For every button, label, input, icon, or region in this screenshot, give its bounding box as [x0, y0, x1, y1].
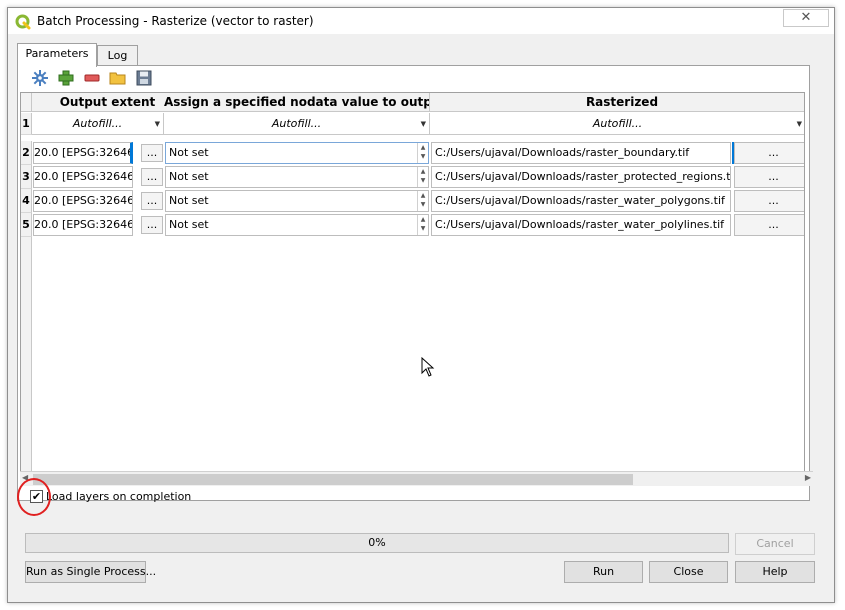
- load-layers-label: Load layers on completion: [46, 490, 192, 503]
- cancel-button[interactable]: Cancel: [735, 533, 815, 555]
- extent-field[interactable]: 20.0 [EPSG:32646]: [33, 142, 133, 164]
- highlight-circle: [17, 478, 51, 516]
- row-number: 4: [21, 189, 32, 213]
- column-header-nodata[interactable]: Assign a specified nodata value to outpu…: [164, 93, 430, 112]
- add-row-icon[interactable]: [57, 69, 75, 87]
- dropdown-arrow-icon: ▼: [420, 120, 426, 128]
- autofill-label: Autofill...: [72, 117, 123, 130]
- nodata-value: Not set: [169, 146, 209, 159]
- scroll-right-icon[interactable]: ▶: [805, 473, 811, 482]
- extent-browse-button[interactable]: ...: [141, 192, 163, 210]
- output-browse-button[interactable]: ...: [734, 142, 804, 164]
- nodata-spinbox[interactable]: Not set ▲ ▼: [165, 166, 429, 188]
- nodata-value: Not set: [169, 194, 209, 207]
- row-number: 2: [21, 141, 32, 165]
- dropdown-arrow-icon: ▼: [154, 120, 160, 128]
- spin-arrows-icon[interactable]: ▲ ▼: [417, 143, 428, 163]
- nodata-value: Not set: [169, 218, 209, 231]
- autofill-extent[interactable]: Autofill... ▼: [32, 113, 164, 135]
- dropdown-arrow-icon: ▼: [796, 120, 802, 128]
- save-icon[interactable]: [135, 69, 153, 87]
- extent-browse-button[interactable]: ...: [141, 168, 163, 186]
- corner-header: [21, 93, 32, 112]
- output-browse-button[interactable]: ...: [734, 166, 804, 188]
- autofill-label: Autofill...: [271, 117, 322, 130]
- nodata-spinbox[interactable]: Not set ▲ ▼: [165, 214, 429, 236]
- output-path-field[interactable]: C:/Users/ujaval/Downloads/raster_water_p…: [431, 190, 731, 212]
- output-path-field[interactable]: C:/Users/ujaval/Downloads/raster_protect…: [431, 166, 731, 188]
- batch-table: Output extent Assign a specified nodata …: [20, 92, 805, 476]
- extent-field[interactable]: 20.0 [EPSG:32646]: [33, 214, 133, 236]
- remove-row-icon[interactable]: [83, 69, 101, 87]
- spin-arrows-icon[interactable]: ▲ ▼: [417, 167, 428, 187]
- output-path-field[interactable]: C:/Users/ujaval/Downloads/raster_boundar…: [431, 142, 731, 164]
- qgis-logo-icon: [15, 14, 31, 30]
- title-bar: Batch Processing - Rasterize (vector to …: [8, 8, 834, 34]
- run-button[interactable]: Run: [564, 561, 643, 583]
- row-header-strip: [21, 237, 32, 475]
- nodata-spinbox[interactable]: Not set ▲ ▼: [165, 190, 429, 212]
- spin-arrows-icon[interactable]: ▲ ▼: [417, 215, 428, 235]
- nodata-spinbox[interactable]: Not set ▲ ▼: [165, 142, 429, 164]
- autofill-rasterized[interactable]: Autofill... ▼: [430, 113, 804, 135]
- tab-parameters[interactable]: Parameters: [17, 43, 97, 67]
- autofill-nodata[interactable]: Autofill... ▼: [164, 113, 430, 135]
- extent-field[interactable]: 20.0 [EPSG:32646]: [33, 190, 133, 212]
- row-number: 1: [21, 113, 32, 135]
- row-number: 5: [21, 213, 32, 237]
- output-path-field[interactable]: C:/Users/ujaval/Downloads/raster_water_p…: [431, 214, 731, 236]
- column-header-extent[interactable]: Output extent: [32, 93, 184, 112]
- extent-browse-button[interactable]: ...: [141, 144, 163, 162]
- run-single-process-button[interactable]: Run as Single Process...: [25, 561, 156, 583]
- window-title: Batch Processing - Rasterize (vector to …: [37, 14, 314, 28]
- horizontal-scrollbar[interactable]: ◀ ▶: [20, 471, 813, 486]
- tab-log[interactable]: Log: [97, 45, 138, 66]
- extent-browse-button[interactable]: ...: [141, 216, 163, 234]
- gear-icon[interactable]: [31, 69, 49, 87]
- output-browse-button[interactable]: ...: [734, 214, 804, 236]
- output-browse-button[interactable]: ...: [734, 190, 804, 212]
- row-number: 3: [21, 165, 32, 189]
- spin-arrows-icon[interactable]: ▲ ▼: [417, 191, 428, 211]
- open-folder-icon[interactable]: [109, 69, 127, 87]
- close-button[interactable]: Close: [649, 561, 728, 583]
- nodata-value: Not set: [169, 170, 209, 183]
- close-window-button[interactable]: ✕: [783, 9, 829, 27]
- progress-bar: 0%: [25, 533, 729, 553]
- scrollbar-thumb[interactable]: [33, 474, 633, 485]
- mouse-cursor-icon: [421, 357, 435, 377]
- help-button[interactable]: Help: [735, 561, 815, 583]
- autofill-label: Autofill...: [592, 117, 643, 130]
- extent-field[interactable]: 20.0 [EPSG:32646]: [33, 166, 133, 188]
- column-header-rasterized[interactable]: Rasterized: [430, 93, 804, 112]
